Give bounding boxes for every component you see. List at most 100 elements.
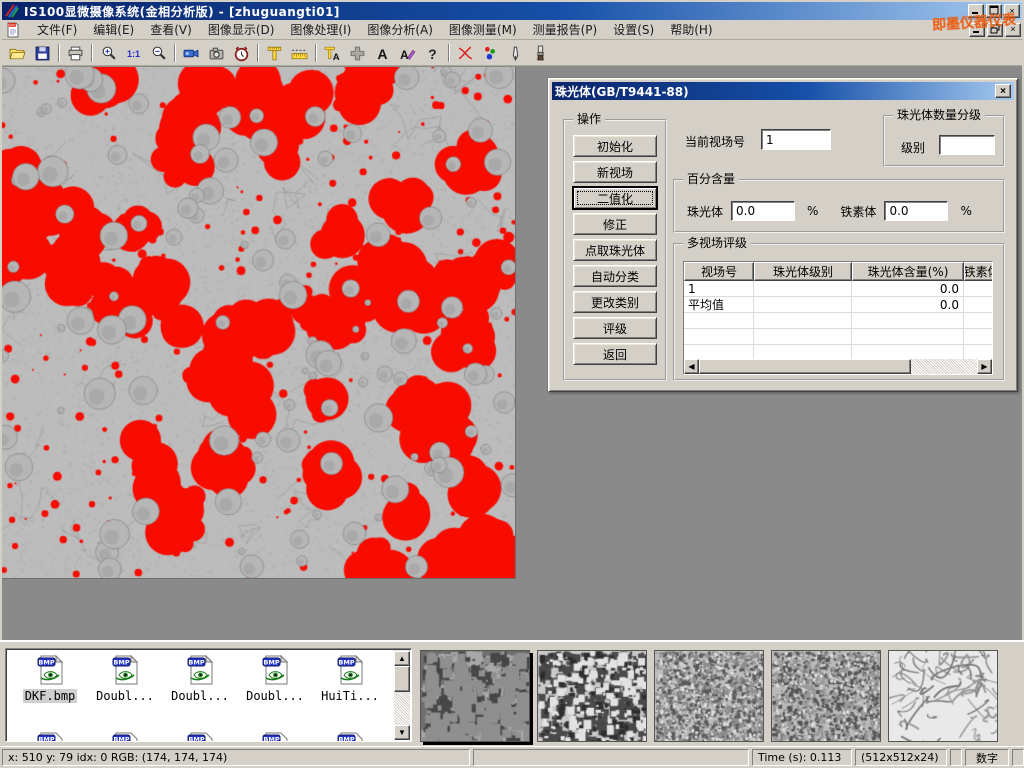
table-row[interactable]: 1 0.0 — [684, 281, 993, 297]
text-annotation-button[interactable]: A — [370, 42, 395, 64]
actual-size-button[interactable]: 1:1 — [121, 42, 146, 64]
file-item[interactable]: BMP Doubl... — [164, 654, 236, 703]
close-button[interactable]: × — [1004, 4, 1020, 18]
zoom-out-button[interactable] — [146, 42, 171, 64]
pick-pearlite-button[interactable]: 点取珠光体 — [573, 239, 657, 261]
capture-image-icon — [208, 45, 225, 62]
scroll-down-arrow[interactable]: ▼ — [394, 725, 410, 740]
cell-field-no: 平均值 — [684, 297, 754, 313]
menu-file[interactable]: 文件(F) — [29, 19, 85, 40]
file-item-partial[interactable]: BMP — [14, 731, 86, 742]
measure-text-button[interactable]: A — [320, 42, 345, 64]
scrollbar-thumb[interactable] — [394, 666, 410, 692]
mdi-close-button[interactable]: × — [1005, 23, 1021, 37]
edit-text-button[interactable]: A — [395, 42, 420, 64]
file-item[interactable]: BMP Doubl... — [239, 654, 311, 703]
column-header[interactable]: 珠光体级别 — [754, 262, 852, 281]
video-camera-icon — [183, 45, 200, 62]
file-item-partial[interactable]: BMP — [239, 731, 311, 742]
help-button[interactable]: ? — [420, 42, 445, 64]
thumbnail-3[interactable] — [654, 650, 764, 742]
video-camera-button[interactable] — [179, 42, 204, 64]
mdi-minimize-button[interactable] — [969, 23, 985, 37]
capture-image-button[interactable] — [204, 42, 229, 64]
new-field-button[interactable]: 新视场 — [573, 161, 657, 183]
menu-image-display[interactable]: 图像显示(D) — [200, 19, 283, 40]
percent-sign: % — [807, 204, 818, 218]
merge-button[interactable] — [345, 42, 370, 64]
file-item-partial[interactable]: BMP — [164, 731, 236, 742]
save-button[interactable] — [30, 42, 55, 64]
scrollbar-thumb[interactable] — [699, 359, 911, 374]
percent-group-label: 百分含量 — [683, 172, 739, 186]
menu-view[interactable]: 查看(V) — [142, 19, 200, 40]
grade-input[interactable] — [939, 135, 995, 155]
thumbnail-4[interactable] — [771, 650, 881, 742]
auto-classify-button[interactable]: 自动分类 — [573, 265, 657, 287]
change-class-button[interactable]: 更改类别 — [573, 291, 657, 313]
menu-image-analysis[interactable]: 图像分析(A) — [359, 19, 441, 40]
scroll-up-arrow[interactable]: ▲ — [394, 651, 410, 666]
scroll-right-arrow[interactable]: ▶ — [977, 359, 992, 374]
file-item-partial[interactable]: BMP — [314, 731, 386, 742]
dialog-close-button[interactable]: × — [995, 84, 1011, 98]
toolbar-separator — [174, 44, 176, 62]
mdi-restore-button[interactable] — [987, 23, 1003, 37]
current-field-input[interactable] — [761, 129, 831, 150]
timer-button[interactable] — [229, 42, 254, 64]
erase-curve-button[interactable] — [453, 42, 478, 64]
ferrite-input[interactable] — [884, 201, 948, 221]
pen-button[interactable] — [503, 42, 528, 64]
ferrite-label: 铁素体 — [840, 203, 876, 220]
dialog-title-bar: 珠光体(GB/T9441-88) × — [552, 82, 1014, 100]
initialize-button[interactable]: 初始化 — [573, 135, 657, 157]
column-header[interactable]: 铁素体含量(%) — [964, 262, 993, 281]
maximize-button[interactable] — [986, 4, 1002, 18]
toolbar-separator — [91, 44, 93, 62]
correct-button[interactable]: 修正 — [573, 213, 657, 235]
status-empty-pane — [950, 749, 962, 766]
svg-text:A: A — [378, 45, 388, 61]
rating-table[interactable]: 视场号 珠光体级别 珠光体含量(%) 铁素体含量(%) 1 0.0 平均值 — [683, 261, 993, 375]
grade-button[interactable]: 评级 — [573, 317, 657, 339]
svg-text:BMP: BMP — [263, 659, 279, 667]
merge-icon — [349, 45, 366, 62]
file-list[interactable]: BMP DKF.bmp BMP Doubl... BMP Doubl... BM… — [5, 648, 412, 742]
column-header[interactable]: 珠光体含量(%) — [852, 262, 964, 281]
return-button[interactable]: 返回 — [573, 343, 657, 365]
column-header[interactable]: 视场号 — [684, 262, 754, 281]
menu-settings[interactable]: 设置(S) — [605, 19, 662, 40]
micrograph-image[interactable] — [2, 67, 516, 579]
pearlite-input[interactable] — [731, 201, 795, 221]
table-horizontal-scrollbar[interactable]: ◀ ▶ — [684, 359, 992, 374]
document-icon: DOC — [5, 22, 21, 38]
menu-help[interactable]: 帮助(H) — [662, 19, 720, 40]
menu-edit[interactable]: 编辑(E) — [85, 19, 142, 40]
thumbnail-2[interactable] — [537, 650, 647, 742]
open-button[interactable] — [5, 42, 30, 64]
file-item-dkf[interactable]: BMP DKF.bmp — [14, 654, 86, 703]
file-list-scrollbar[interactable]: ▲ ▼ — [394, 650, 410, 740]
workspace: 珠光体(GB/T9441-88) × 操作 初始化 新视场 二值化 修正 点取珠… — [2, 66, 1022, 640]
zoom-in-button[interactable] — [96, 42, 121, 64]
table-row[interactable]: 平均值 0.0 — [684, 297, 993, 313]
menu-image-processing[interactable]: 图像处理(I) — [282, 19, 359, 40]
menu-image-measure[interactable]: 图像测量(M) — [441, 19, 525, 40]
minimize-button[interactable] — [968, 4, 984, 18]
ruler-button[interactable] — [287, 42, 312, 64]
file-item[interactable]: BMP HuiTi... — [314, 654, 386, 703]
svg-text:BMP: BMP — [338, 736, 354, 743]
cell-ferrite-pct — [964, 297, 993, 313]
brush-button[interactable] — [528, 42, 553, 64]
svg-text:?: ? — [428, 45, 436, 61]
thumbnail-1[interactable] — [420, 650, 530, 742]
file-item[interactable]: BMP Doubl... — [89, 654, 161, 703]
thumbnail-5[interactable] — [888, 650, 998, 742]
caliper-button[interactable] — [262, 42, 287, 64]
menu-measure-report[interactable]: 测量报告(P) — [525, 19, 606, 40]
count-points-button[interactable] — [478, 42, 503, 64]
print-button[interactable] — [63, 42, 88, 64]
binarize-button[interactable]: 二值化 — [573, 187, 657, 209]
file-item-partial[interactable]: BMP — [89, 731, 161, 742]
scroll-left-arrow[interactable]: ◀ — [684, 359, 699, 374]
